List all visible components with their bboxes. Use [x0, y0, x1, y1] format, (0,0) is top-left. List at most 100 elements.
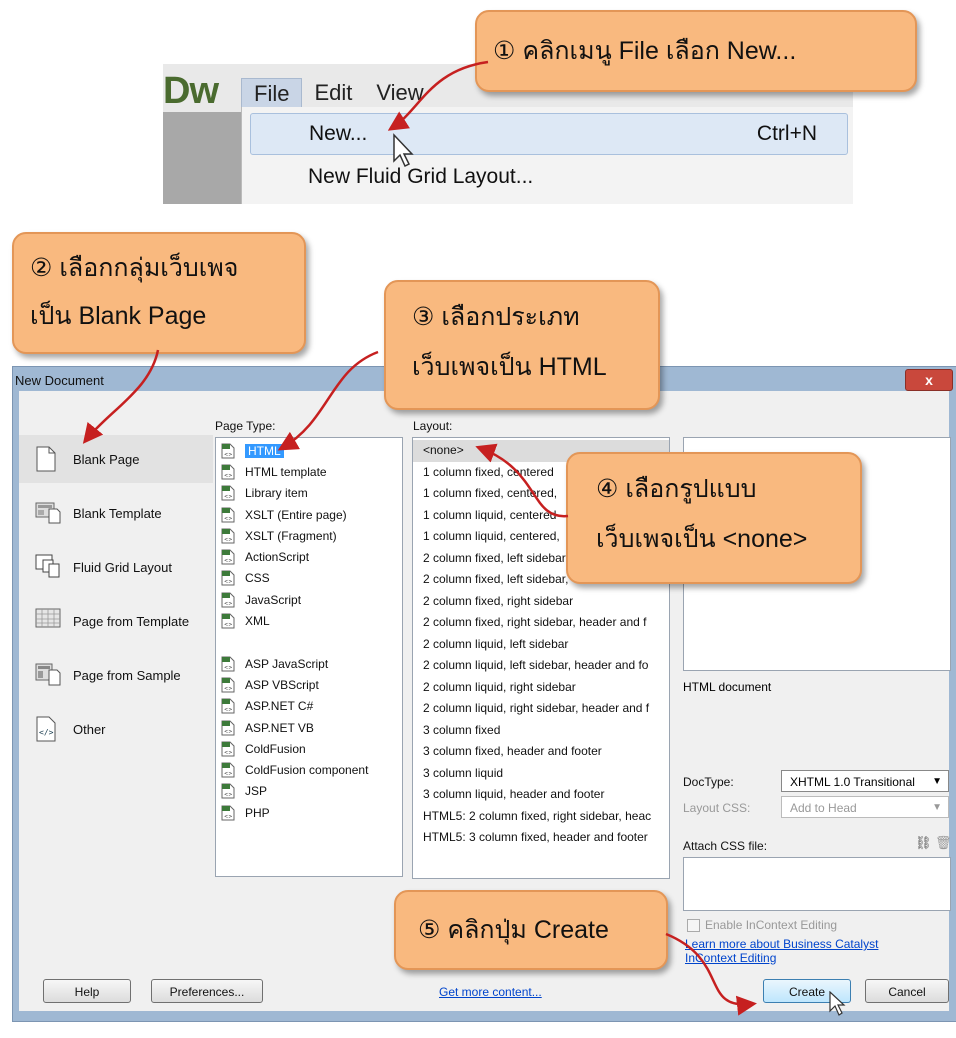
cancel-button[interactable]: Cancel — [865, 979, 949, 1003]
page-type-item[interactable]: <> JSP — [218, 781, 398, 802]
callout-text: เว็บเพจเป็น <none> — [596, 525, 808, 553]
page-type-item[interactable]: <> HTML — [218, 440, 398, 461]
link-icon[interactable]: ⛓ — [915, 835, 932, 851]
layout-item[interactable]: 2 column liquid, right sidebar — [413, 677, 669, 699]
callout-text: ② เลือกกลุ่มเว็บเพจ — [30, 254, 239, 282]
preferences-button[interactable]: Preferences... — [151, 979, 263, 1003]
layout-item[interactable]: HTML5: 2 column fixed, right sidebar, he… — [413, 806, 669, 828]
svg-text:<>: <> — [224, 473, 232, 479]
menu-file[interactable]: File — [241, 78, 303, 108]
category-other[interactable]: </> Other — [19, 705, 213, 753]
get-more-content-link[interactable]: Get more content... — [439, 985, 542, 999]
layout-item[interactable]: 3 column fixed — [413, 720, 669, 742]
page-type-item[interactable]: <> ASP VBScript — [218, 674, 398, 695]
page-type-label-text: ASP.NET C# — [245, 699, 314, 714]
menu-view[interactable]: View — [364, 78, 435, 108]
help-button[interactable]: Help — [43, 979, 131, 1003]
page-type-label: Page Type: — [215, 419, 276, 433]
layout-item[interactable]: 2 column fixed, right sidebar, header an… — [413, 612, 669, 634]
page-type-label-text: ASP VBScript — [245, 677, 319, 692]
callout-step-4: ④ เลือกรูปแบบ เว็บเพจเป็น <none> — [566, 452, 862, 584]
enable-incontext-checkbox[interactable] — [687, 919, 700, 932]
page-type-item[interactable]: <> HTML template — [218, 461, 398, 482]
menu-item-new-fluid-grid[interactable]: New Fluid Grid Layout... — [250, 157, 846, 197]
file-type-icon: <> — [221, 528, 235, 544]
page-type-list[interactable]: <> HTML <> HTML template <> Library item <> XSL… — [215, 437, 403, 877]
page-type-label-text: HTML — [245, 443, 284, 458]
layout-item[interactable]: 3 column liquid, header and footer — [413, 784, 669, 806]
callout-text: เว็บเพจเป็น HTML — [412, 353, 607, 381]
svg-text:<>: <> — [224, 622, 232, 628]
layout-css-select[interactable]: Add to Head ▼ — [781, 796, 949, 818]
close-button[interactable]: x — [905, 369, 953, 391]
category-label: Fluid Grid Layout — [73, 559, 172, 575]
page-type-item[interactable]: <> ASP.NET VB — [218, 717, 398, 738]
menu-item-label: New... — [309, 122, 368, 145]
page-type-item[interactable]: <> ASP JavaScript — [218, 653, 398, 674]
callout-step-1: ① คลิกเมนู File เลือก New... — [475, 10, 917, 92]
file-type-icon: <> — [221, 805, 235, 821]
menu-item-new[interactable]: New... Ctrl+N — [250, 113, 848, 155]
page-type-item[interactable]: <> ActionScript — [218, 547, 398, 568]
page-type-label-text: ASP JavaScript — [245, 656, 329, 671]
page-type-item[interactable]: <> ColdFusion component — [218, 760, 398, 781]
category-blank-page[interactable]: Blank Page — [19, 435, 213, 483]
layout-item[interactable]: 2 column fixed, right sidebar — [413, 591, 669, 613]
svg-text:<>: <> — [224, 516, 232, 522]
page-type-item[interactable]: <> CSS — [218, 568, 398, 589]
trash-icon[interactable]: 🗑 — [935, 835, 952, 851]
page-type-label-text: Library item — [245, 486, 308, 501]
layout-item[interactable]: 3 column fixed, header and footer — [413, 741, 669, 763]
page-type-item[interactable]: <> ASP.NET C# — [218, 696, 398, 717]
layout-item[interactable]: 2 column liquid, left sidebar, header an… — [413, 655, 669, 677]
page-type-label-text: HTML template — [245, 464, 327, 479]
svg-text:<>: <> — [224, 729, 232, 735]
callout-text: ⑤ คลิกปุ่ม Create — [418, 916, 609, 944]
category-blank-template[interactable]: Blank Template — [19, 489, 213, 537]
page-type-item[interactable]: <> ColdFusion — [218, 738, 398, 759]
category-page-from-template[interactable]: Page from Template — [19, 597, 213, 645]
menu-edit[interactable]: Edit — [302, 78, 364, 108]
mouse-cursor-icon — [393, 133, 414, 168]
page-type-label-text: XSLT (Fragment) — [245, 528, 337, 543]
file-type-icon: <> — [221, 677, 235, 693]
category-page-from-sample[interactable]: Page from Sample — [19, 651, 213, 699]
mouse-cursor-icon — [829, 991, 846, 1016]
layout-item[interactable]: HTML5: 3 column fixed, header and footer — [413, 827, 669, 849]
svg-text:<>: <> — [224, 686, 232, 692]
page-type-label-text: PHP — [245, 805, 270, 820]
page-type-item[interactable]: <> JavaScript — [218, 589, 398, 610]
page-type-item[interactable]: <> XML — [218, 610, 398, 631]
page-type-item[interactable]: <> Library item — [218, 483, 398, 504]
callout-text: ④ เลือกรูปแบบ — [596, 475, 757, 503]
svg-text:<>: <> — [224, 665, 232, 671]
menu-item-shortcut: Ctrl+N — [756, 122, 817, 145]
learn-more-link[interactable]: Learn more about Business Catalyst — [685, 937, 878, 951]
attach-css-list[interactable] — [683, 857, 951, 911]
chevron-down-icon: ▼ — [932, 802, 942, 813]
category-label: Blank Page — [73, 451, 140, 467]
fluid-grid-icon — [35, 554, 61, 580]
category-fluid-grid-layout[interactable]: Fluid Grid Layout — [19, 543, 213, 591]
file-type-icon: <> — [221, 720, 235, 736]
learn-more-link-2[interactable]: InContext Editing — [685, 951, 776, 965]
file-type-icon: <> — [221, 464, 235, 480]
callout-text: ③ เลือกประเภท — [412, 303, 580, 331]
svg-text:<>: <> — [224, 707, 232, 713]
file-type-icon: <> — [221, 783, 235, 799]
page-type-label-text: ColdFusion component — [245, 763, 369, 778]
callout-text: เป็น Blank Page — [30, 302, 207, 330]
menu-item-label: New Fluid Grid Layout... — [308, 165, 534, 188]
layout-item[interactable]: 3 column liquid — [413, 763, 669, 785]
file-type-icon: <> — [221, 507, 235, 523]
file-type-icon: <> — [221, 613, 235, 629]
page-type-item[interactable]: <> XSLT (Fragment) — [218, 525, 398, 546]
page-type-item[interactable]: <> XSLT (Entire page) — [218, 504, 398, 525]
page-type-label-text: ActionScript — [245, 550, 310, 565]
page-type-item[interactable]: <> PHP — [218, 802, 398, 823]
layout-item[interactable]: 2 column liquid, left sidebar — [413, 634, 669, 656]
doctype-select[interactable]: XHTML 1.0 Transitional ▼ — [781, 770, 949, 792]
file-type-icon: <> — [221, 762, 235, 778]
dreamweaver-logo: Dw — [163, 70, 219, 112]
layout-item[interactable]: 2 column liquid, right sidebar, header a… — [413, 698, 669, 720]
